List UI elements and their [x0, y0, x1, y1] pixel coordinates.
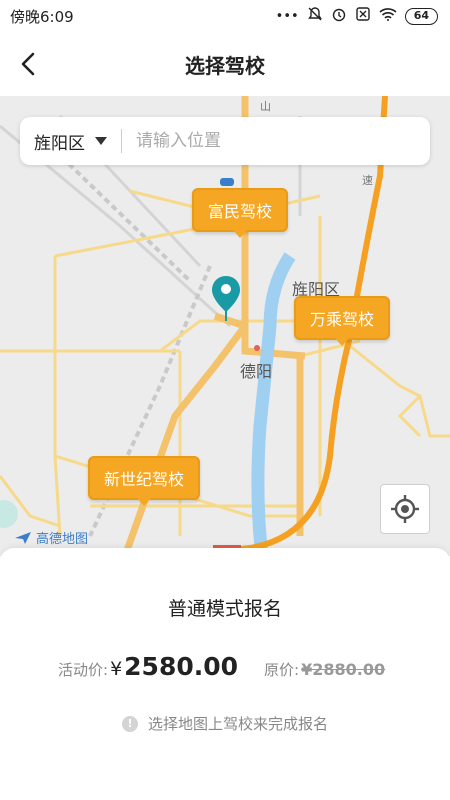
status-bar: 傍晚6:09 ••• 64: [0, 0, 450, 32]
highway-label: 速: [362, 174, 373, 187]
location-search-input[interactable]: [136, 131, 376, 151]
crosshair-icon: [391, 495, 419, 523]
city-map-label: 德阳: [240, 362, 273, 381]
info-icon: !: [121, 715, 138, 732]
school-marker-xinshiji[interactable]: 新世纪驾校: [88, 456, 201, 506]
school-marker-label: 富民驾校: [208, 202, 273, 221]
amap-logo: 高德地图: [14, 528, 88, 547]
app-root: 傍晚6:09 ••• 64 选择驾校 山 速 旌阳区 请输入位置 旌阳区 德阳 …: [0, 0, 450, 800]
map-view[interactable]: 山 速 旌阳区 旌阳区 德阳 富民驾校 万乘驾校 新世纪驾校: [0, 96, 450, 556]
school-marker-label: 新世纪驾校: [104, 470, 185, 489]
district-label: 旌阳区: [34, 133, 85, 154]
amap-arrow-icon: [15, 531, 31, 544]
back-button[interactable]: [12, 46, 48, 82]
status-time: 傍晚6:09: [10, 7, 74, 26]
price-currency: ¥: [110, 658, 123, 680]
battery-indicator: 64: [404, 7, 438, 25]
hint-text: 选择地图上驾校来完成报名: [147, 715, 328, 733]
price-row: 活动价: ¥ 2580.00 原价: ¥2880.00: [58, 652, 385, 681]
activity-price: 2580.00: [124, 652, 239, 681]
wifi-icon: [379, 7, 397, 25]
dots-icon: •••: [275, 8, 299, 24]
chevron-left-icon: [21, 52, 35, 76]
sim-icon: [355, 6, 371, 26]
sheet-title: 普通模式报名: [167, 598, 282, 620]
road-number-label: 山: [260, 100, 271, 113]
school-marker-wancheng[interactable]: 万乘驾校: [294, 296, 391, 346]
search-divider: [121, 129, 122, 153]
school-marker-fumin[interactable]: 富民驾校: [192, 188, 289, 238]
mute-icon: [307, 6, 323, 26]
header: 选择驾校: [0, 32, 450, 96]
alarm-icon: [331, 6, 347, 26]
original-price: ¥2880.00: [301, 660, 386, 679]
locate-me-button[interactable]: [380, 484, 430, 534]
amap-logo-text: 高德地图: [36, 532, 89, 547]
original-price-label: 原价:: [264, 661, 300, 679]
enroll-sheet: 普通模式报名 活动价: ¥ 2580.00 原价: ¥2880.00 ! 选择地…: [0, 548, 450, 800]
hint-row: ! 选择地图上驾校来完成报名: [0, 713, 450, 734]
caret-down-icon: [95, 137, 107, 145]
location-pin-icon: [212, 276, 240, 321]
status-icons: ••• 64: [276, 6, 438, 26]
page-title: 选择驾校: [185, 53, 265, 78]
school-marker-label: 万乘驾校: [310, 310, 375, 329]
district-selector[interactable]: 旌阳区: [34, 129, 107, 154]
activity-price-label: 活动价:: [58, 661, 109, 679]
location-search-bar: 旌阳区: [20, 117, 430, 165]
